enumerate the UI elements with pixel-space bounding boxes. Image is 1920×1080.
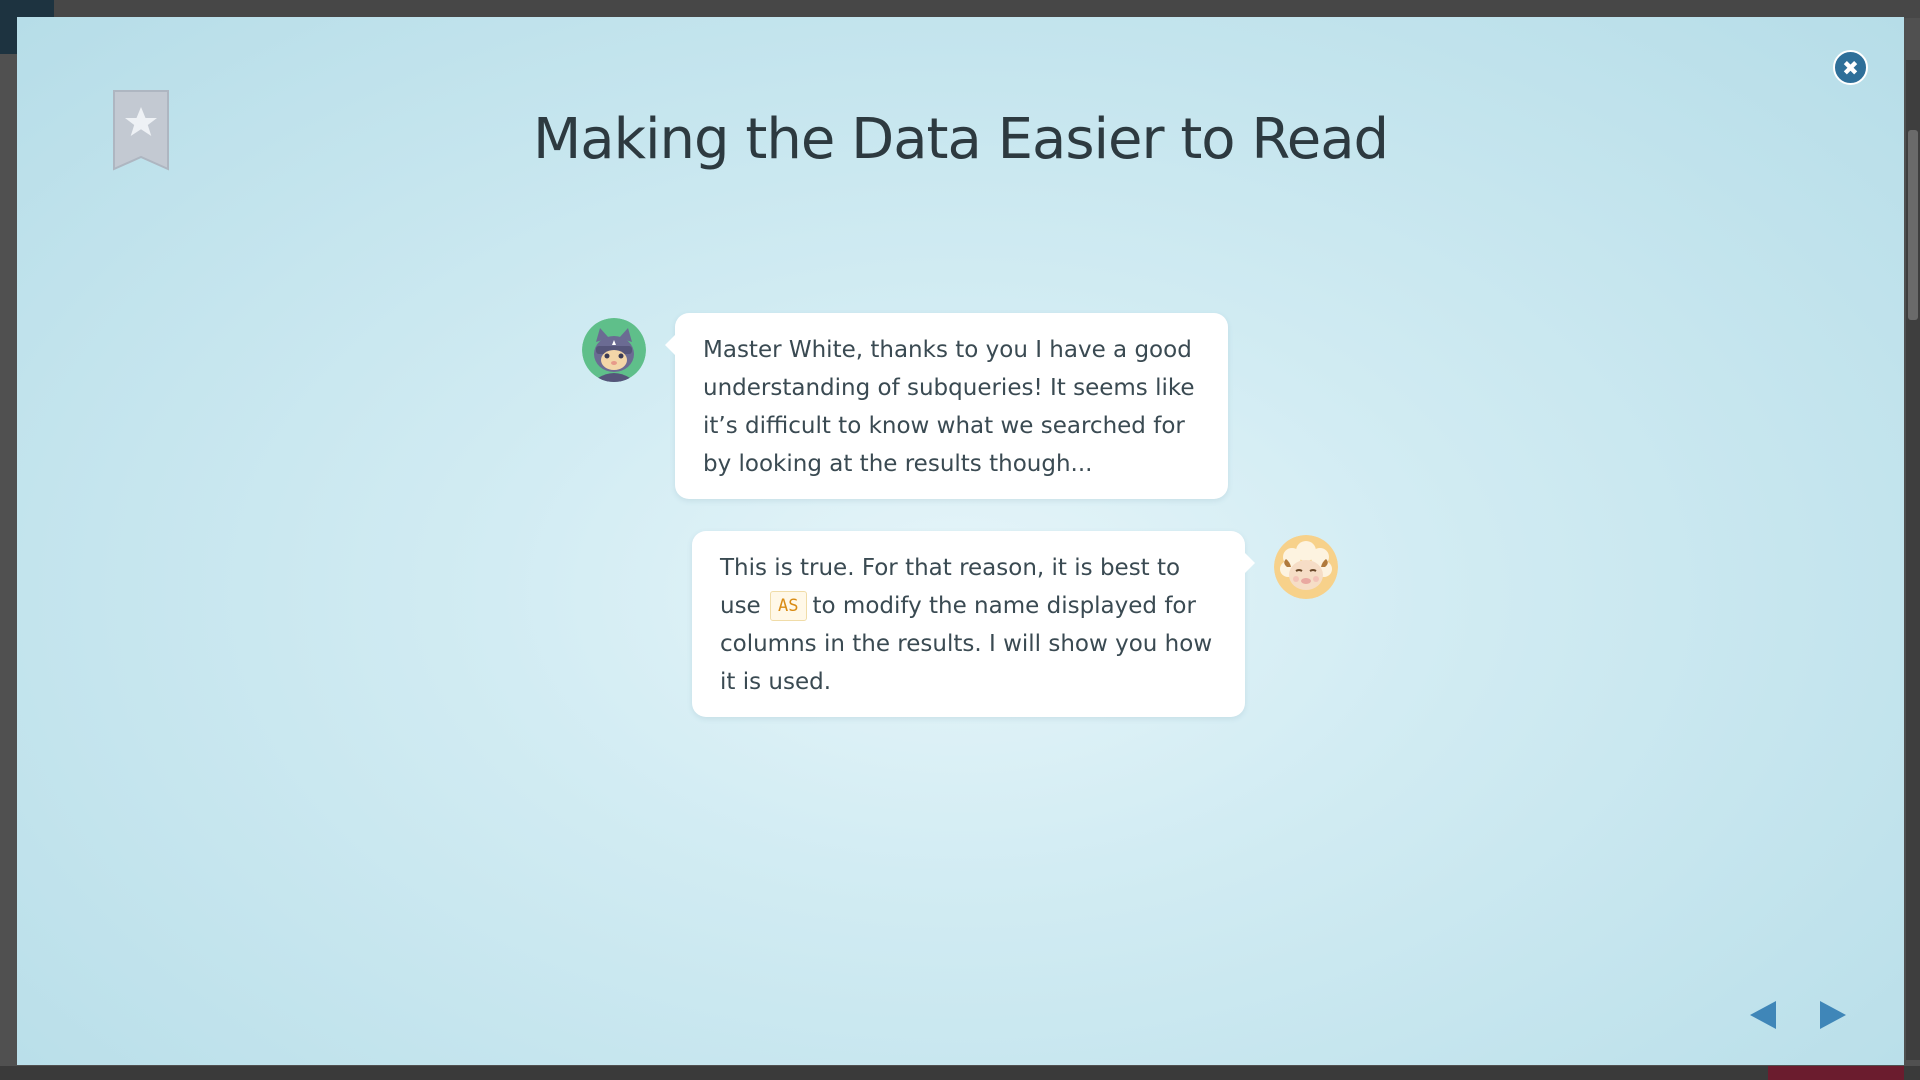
page-scrollbar-thumb[interactable]	[1908, 130, 1918, 320]
sheep-master-white-avatar	[1274, 535, 1338, 599]
cat-ninja-avatar	[582, 318, 646, 382]
message-text: Master White, thanks to you I have a goo…	[703, 337, 1195, 477]
speech-bubble-left: Master White, thanks to you I have a goo…	[665, 313, 1228, 499]
arrow-left-icon[interactable]	[1750, 1001, 1776, 1029]
background-bottom-bar	[0, 1066, 1920, 1080]
arrow-right-icon[interactable]	[1820, 1001, 1846, 1029]
contact-us-button[interactable]	[1768, 1066, 1904, 1080]
speech-bubble-right: This is true. For that reason, it is bes…	[692, 531, 1255, 717]
lesson-dialogue-modal: ✖ Making the Data Easier to Read Master …	[17, 17, 1904, 1065]
lesson-title: Making the Data Easier to Read	[532, 107, 1389, 172]
page-scrollbar[interactable]	[1906, 60, 1920, 1060]
code-keyword-as: AS	[770, 591, 807, 621]
close-icon[interactable]: ✖	[1833, 50, 1868, 85]
background-top-bar	[0, 0, 1920, 18]
